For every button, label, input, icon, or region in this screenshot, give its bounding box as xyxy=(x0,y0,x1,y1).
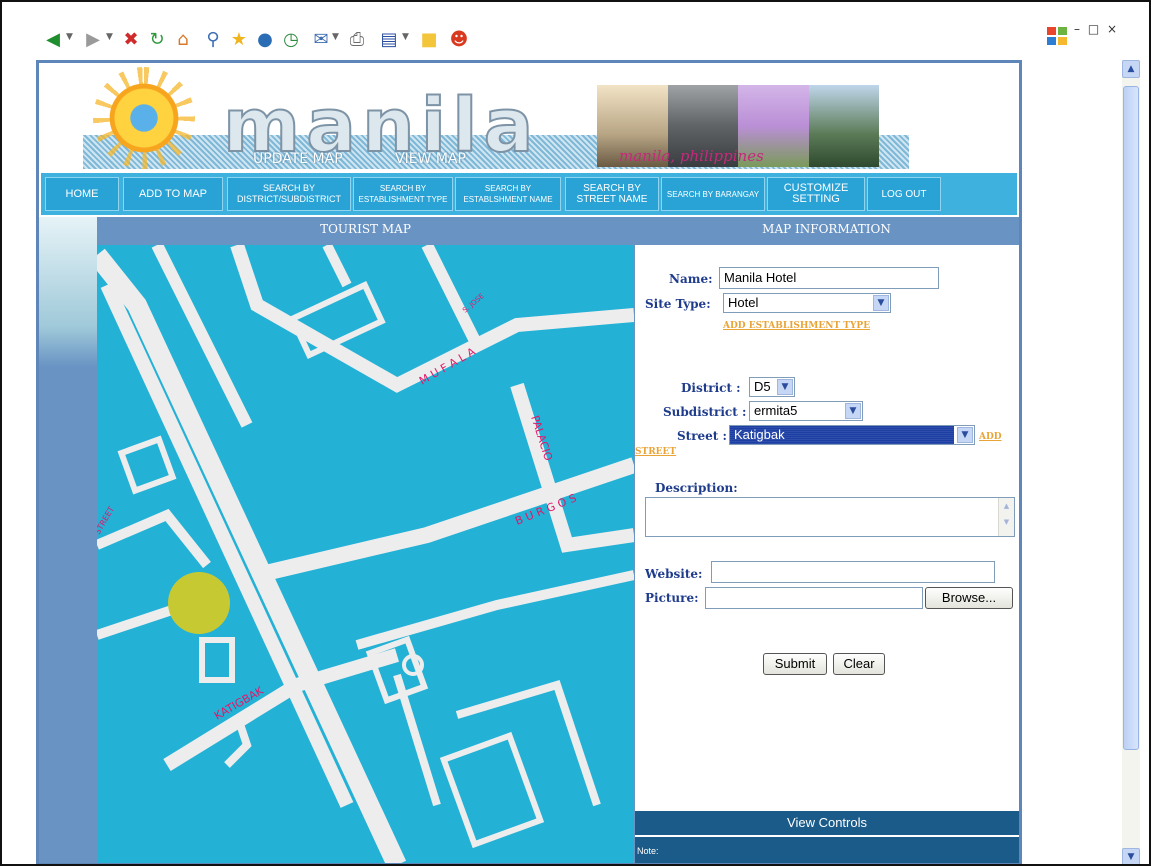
website-label: Website: xyxy=(645,567,703,581)
building-outline-southeast xyxy=(439,731,545,849)
back-icon[interactable]: ◀ xyxy=(40,26,66,52)
forward-icon[interactable]: ▶ xyxy=(80,26,106,52)
add-street-link[interactable]: ADD xyxy=(979,432,1002,442)
nav-home[interactable]: HOME xyxy=(45,177,119,211)
building-outline-west xyxy=(117,435,177,495)
left-gradient-strip xyxy=(39,217,97,863)
nav-log-out[interactable]: LOG OUT xyxy=(867,177,941,211)
road-burgos xyxy=(255,457,634,583)
scroll-thumb[interactable] xyxy=(1123,86,1139,750)
website-input[interactable] xyxy=(711,561,995,583)
banner-caption: manila, philippines xyxy=(619,147,764,165)
nav-add-to-map[interactable]: ADD TO MAP xyxy=(123,177,223,211)
street-select[interactable]: Katigbak ▼ xyxy=(729,425,975,445)
district-select[interactable]: D5 ▼ xyxy=(749,377,795,397)
description-textarea[interactable]: ▲ ▼ xyxy=(645,497,1015,537)
web-page: manila UPDATE MAP VIEW MAP manila, phili… xyxy=(36,60,1022,864)
browser-toolbar: ◀ ▼ ▶ ▼ ✖ ↻ ⌂ ⚲ ★ ● ◷ ✉ ▼ ⎙ ▤ ▼ ■ ☻ – □ … xyxy=(2,2,1149,58)
scroll-down-icon[interactable]: ▼ xyxy=(1122,848,1140,864)
clear-button[interactable]: Clear xyxy=(833,653,885,675)
subdistrict-label: Subdistrict : xyxy=(663,405,747,419)
refresh-icon[interactable]: ↻ xyxy=(144,26,170,52)
district-value: D5 xyxy=(754,379,771,394)
district-label: District : xyxy=(681,381,741,395)
chevron-down-icon[interactable]: ▼ xyxy=(957,427,973,443)
window-controls[interactable]: – □ × xyxy=(1074,22,1119,36)
street-label-street: STREET xyxy=(97,505,116,536)
road-lower-east xyxy=(355,570,634,650)
site-type-value: Hotel xyxy=(728,295,759,310)
browser-window: ◀ ▼ ▶ ▼ ✖ ↻ ⌂ ⚲ ★ ● ◷ ✉ ▼ ⎙ ▤ ▼ ■ ☻ – □ … xyxy=(0,0,1151,866)
edit-dropdown-icon[interactable]: ▼ xyxy=(402,32,409,42)
update-map-link[interactable]: UPDATE MAP xyxy=(253,151,343,167)
mail-dropdown-icon[interactable]: ▼ xyxy=(332,32,339,42)
sun-logo-icon xyxy=(101,75,187,161)
map-information-panel: Name: Manila Hotel Site Type: Hotel ▼ AD… xyxy=(634,245,1019,863)
home-icon[interactable]: ⌂ xyxy=(170,26,196,52)
scroll-up-icon[interactable]: ▲ xyxy=(1122,60,1140,78)
stop-icon[interactable]: ✖ xyxy=(118,26,144,52)
nav-search-barangay[interactable]: SEARCH BY BARANGAY xyxy=(661,177,765,211)
nav-search-establishment-type[interactable]: SEARCH BY ESTABLISHMENT TYPE xyxy=(353,177,453,211)
road-left-cluster xyxy=(97,508,211,569)
nav-search-establishment-name[interactable]: SEARCH BY ESTABLSHMENT NAME xyxy=(455,177,561,211)
back-dropdown-icon[interactable]: ▼ xyxy=(66,32,73,42)
street-label: Street : xyxy=(677,429,727,443)
view-map-link[interactable]: VIEW MAP xyxy=(395,151,466,167)
print-icon[interactable]: ⎙ xyxy=(344,26,370,52)
nav-search-street[interactable]: SEARCH BY STREET NAME xyxy=(565,177,659,211)
building-outline-hotel xyxy=(199,637,235,683)
name-input[interactable]: Manila Hotel xyxy=(719,267,939,289)
street-value: Katigbak xyxy=(730,426,954,444)
windows-logo-icon xyxy=(1047,27,1067,45)
messenger-icon[interactable]: ☻ xyxy=(446,26,472,52)
favorites-icon[interactable]: ★ xyxy=(226,26,252,52)
nav-customize-setting[interactable]: CUSTOMIZE SETTING xyxy=(767,177,865,211)
view-controls-bar[interactable]: View Controls xyxy=(635,811,1019,835)
site-banner: manila UPDATE MAP VIEW MAP manila, phili… xyxy=(39,63,1019,173)
name-label: Name: xyxy=(669,272,713,286)
search-icon[interactable]: ⚲ xyxy=(200,26,226,52)
road-jose xyxy=(421,245,483,348)
subdistrict-select[interactable]: ermita5 ▼ xyxy=(749,401,863,421)
subdistrict-value: ermita5 xyxy=(754,403,798,418)
content-area: TOURIST MAP MAP INFORMATION M U F A L A … xyxy=(39,217,1019,863)
site-type-select[interactable]: Hotel ▼ xyxy=(723,293,891,313)
building-outline-lower xyxy=(365,635,429,705)
chevron-down-icon[interactable]: ▼ xyxy=(777,379,793,395)
add-street-link-continued[interactable]: STREET xyxy=(635,447,676,457)
note-bar: Note: xyxy=(635,837,1019,863)
submit-button[interactable]: Submit xyxy=(763,653,827,675)
tourist-map[interactable]: M U F A L A PALACIO B U R G O S KATIGBAK… xyxy=(97,245,634,863)
chevron-down-icon[interactable]: ▼ xyxy=(873,295,889,311)
picture-file-input[interactable] xyxy=(705,587,923,609)
mail-icon[interactable]: ✉ xyxy=(308,26,334,52)
picture-label: Picture: xyxy=(645,591,699,605)
notes-icon[interactable]: ■ xyxy=(416,26,442,52)
chevron-down-icon[interactable]: ▼ xyxy=(845,403,861,419)
textarea-scrollbar[interactable]: ▲ ▼ xyxy=(998,498,1014,536)
site-type-label: Site Type: xyxy=(645,297,711,311)
history-icon[interactable]: ◷ xyxy=(278,26,304,52)
page-scrollbar[interactable]: ▲ ▼ xyxy=(1122,60,1140,864)
street-label-jose: S. JOSE xyxy=(461,292,486,314)
forward-dropdown-icon[interactable]: ▼ xyxy=(106,32,113,42)
media-icon[interactable]: ● xyxy=(252,26,278,52)
add-establishment-type-link[interactable]: ADD ESTABLISHMENT TYPE xyxy=(723,321,870,331)
nav-search-district[interactable]: SEARCH BY DISTRICT/SUBDISTRICT xyxy=(227,177,351,211)
edit-icon[interactable]: ▤ xyxy=(376,26,402,52)
map-canvas: M U F A L A PALACIO B U R G O S KATIGBAK… xyxy=(97,245,634,863)
photo-trees xyxy=(808,85,879,167)
map-information-header: MAP INFORMATION xyxy=(634,217,1019,245)
browse-button[interactable]: Browse... xyxy=(925,587,1013,609)
map-header: TOURIST MAP xyxy=(97,217,634,245)
location-marker[interactable] xyxy=(168,572,230,634)
description-label: Description: xyxy=(655,481,738,495)
main-nav: HOME ADD TO MAP SEARCH BY DISTRICT/SUBDIS… xyxy=(41,173,1017,215)
